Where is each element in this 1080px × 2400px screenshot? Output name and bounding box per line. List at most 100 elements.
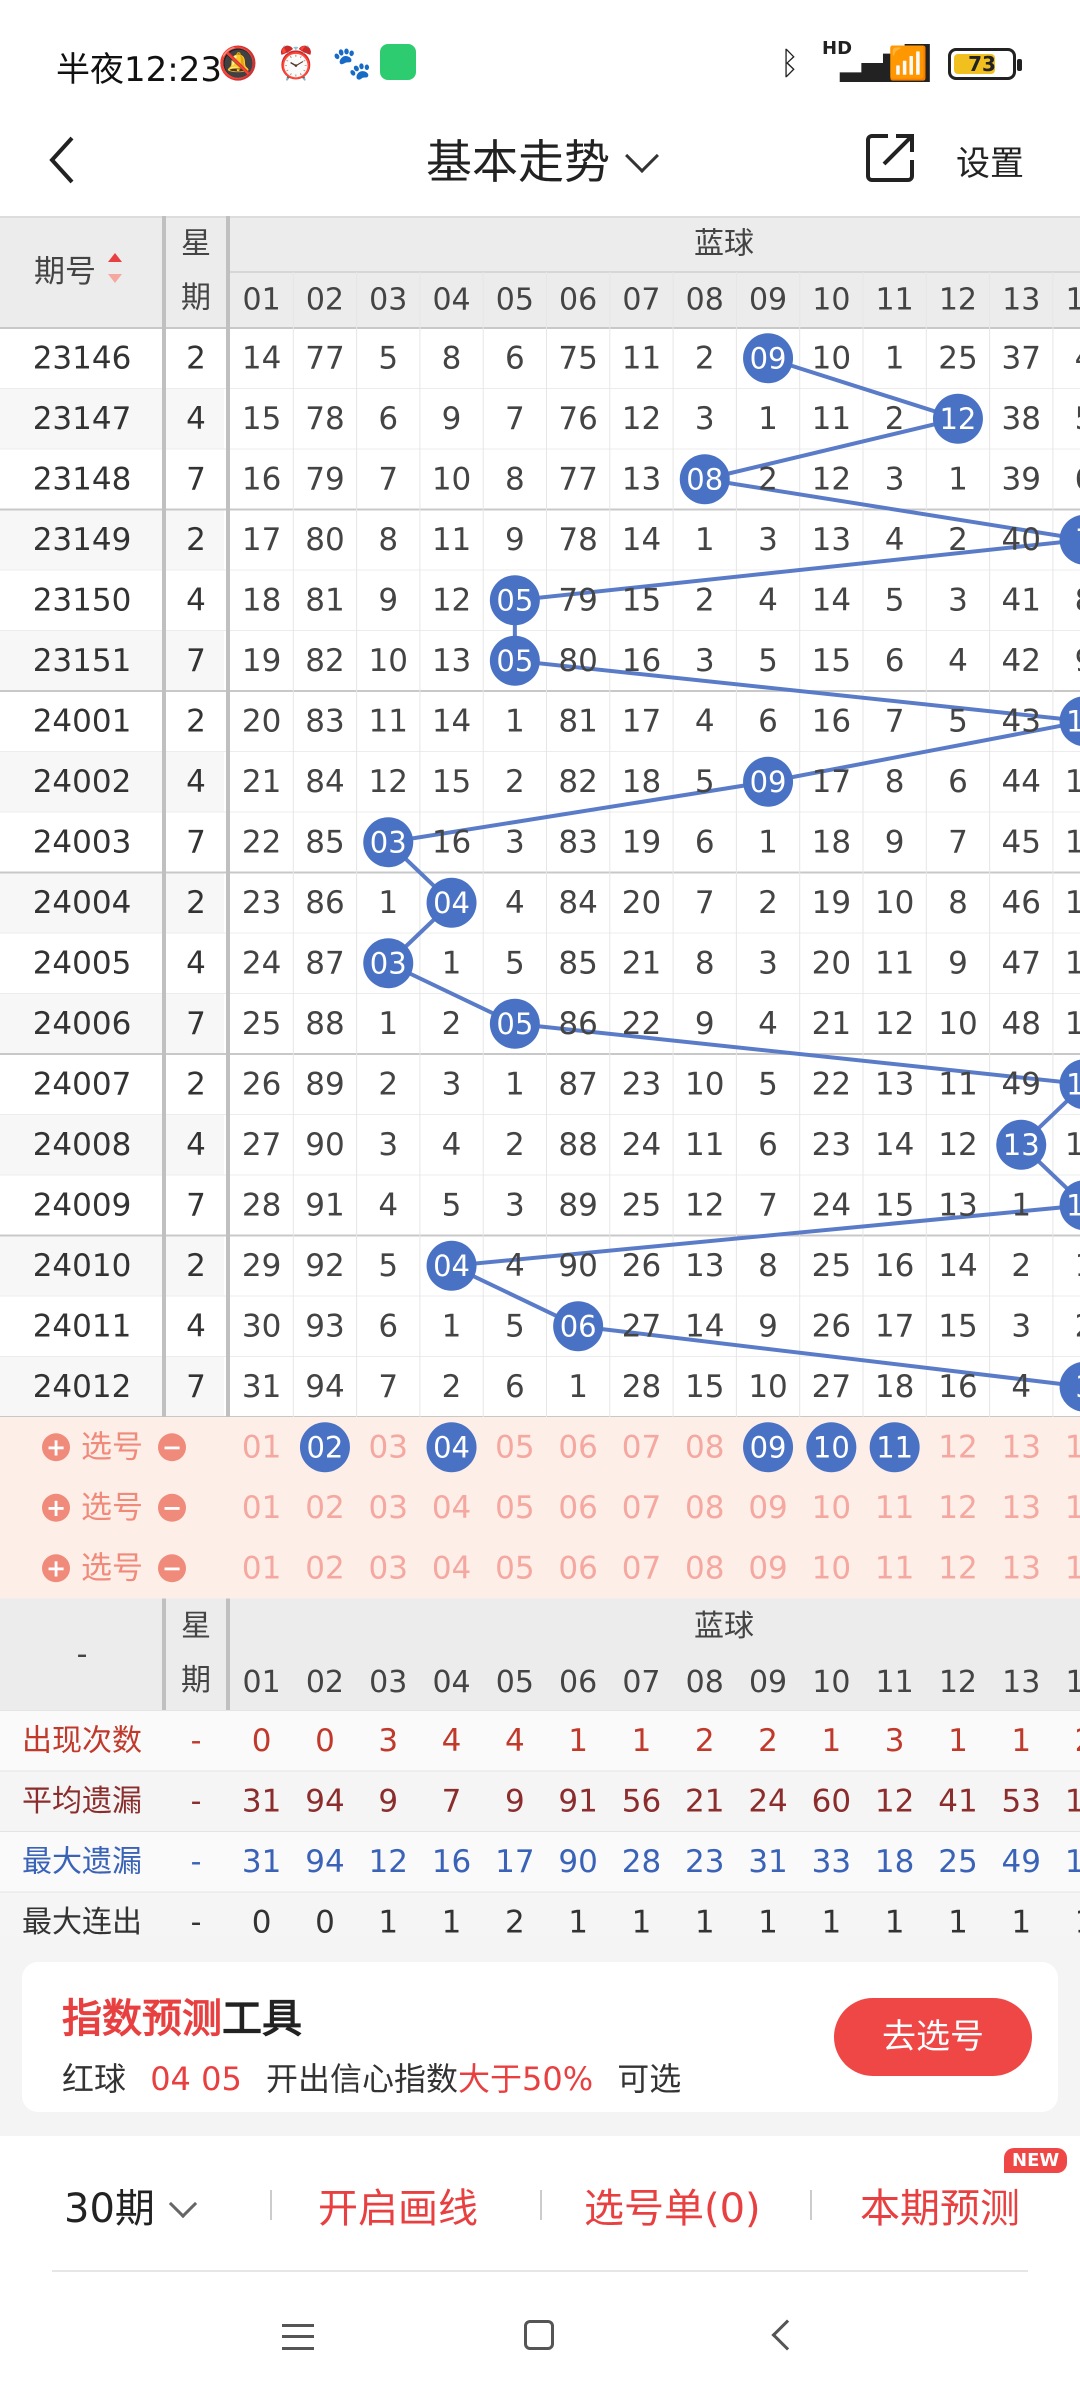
miss-count: 23	[242, 885, 281, 921]
miss-count: 39	[1002, 461, 1041, 497]
selectable-number[interactable]: 06	[558, 1429, 597, 1465]
stats-value: 1	[695, 1904, 715, 1936]
selectable-number[interactable]: 08	[685, 1490, 724, 1526]
stats-number-header: 11	[876, 1665, 914, 1700]
miss-count: 15	[812, 643, 851, 679]
mute-icon: 🔕	[218, 44, 258, 82]
miss-count: 12	[875, 1006, 914, 1042]
miss-count: 1	[758, 824, 778, 860]
select-label[interactable]: 选号	[81, 1429, 143, 1465]
selectable-number[interactable]: 12	[938, 1550, 977, 1586]
miss-count: 2	[1075, 1308, 1080, 1344]
selectable-number[interactable]: 11	[875, 1490, 914, 1526]
issue-header[interactable]: 期号	[34, 254, 96, 290]
miss-count: 22	[622, 1006, 661, 1042]
selectable-number[interactable]: 07	[622, 1429, 661, 1465]
selectable-number[interactable]: 10	[812, 1490, 851, 1526]
selectable-number[interactable]: 11	[875, 1550, 914, 1586]
chevron-down-icon	[168, 2189, 198, 2219]
selectable-number[interactable]: 04	[432, 1550, 471, 1586]
share-button[interactable]	[862, 128, 920, 186]
selectable-number[interactable]: 04	[432, 1490, 471, 1526]
trend-chart[interactable]: 期号星期蓝球0102030405060708091011121314231462…	[0, 216, 1080, 1936]
select-label[interactable]: 选号	[81, 1490, 143, 1526]
stats-value: 3	[378, 1723, 398, 1759]
go-select-button[interactable]: 去选号	[834, 1998, 1032, 2076]
stats-number-header: 03	[369, 1665, 407, 1700]
menu-icon[interactable]	[282, 2324, 314, 2350]
selectable-number[interactable]: 09	[748, 1550, 787, 1586]
selectable-number[interactable]: 14	[1065, 1550, 1080, 1586]
stats-value: 21	[685, 1783, 724, 1819]
selectable-number[interactable]: 02	[305, 1550, 344, 1586]
miss-count: 78	[305, 401, 344, 437]
selectable-number[interactable]: 03	[369, 1429, 408, 1465]
selectable-number[interactable]: 07	[622, 1550, 661, 1586]
selectable-number[interactable]: 12	[938, 1490, 977, 1526]
miss-count: 80	[558, 643, 597, 679]
selectable-number[interactable]: 13	[1002, 1550, 1041, 1586]
selectable-number[interactable]: 08	[685, 1429, 724, 1465]
selectable-number[interactable]: 03	[369, 1490, 408, 1526]
selectable-number[interactable]: 10	[812, 1550, 851, 1586]
blue-ball-number: 3	[1075, 1370, 1080, 1404]
selectable-number[interactable]: 08	[685, 1550, 724, 1586]
selectable-number[interactable]: 06	[558, 1490, 597, 1526]
selected-ball-number: 10	[813, 1430, 850, 1464]
miss-count: 1	[505, 703, 525, 739]
home-icon[interactable]	[524, 2320, 554, 2350]
stats-value: 1	[568, 1904, 588, 1936]
issue-number: 23147	[33, 401, 132, 437]
miss-count: 11	[369, 703, 408, 739]
settings-button[interactable]: 设置	[956, 136, 1024, 185]
issue-number: 24007	[33, 1066, 132, 1102]
stats-value: 23	[685, 1844, 724, 1880]
miss-count: 79	[305, 461, 344, 497]
selectable-number[interactable]: 05	[495, 1550, 534, 1586]
selectable-number[interactable]: 07	[622, 1490, 661, 1526]
shield-app-icon	[380, 44, 416, 80]
index-forecast-card[interactable]: 指数预测工具 红球 04 05 开出信心指数大于50% 可选 去选号	[22, 1962, 1058, 2112]
selectable-number[interactable]: 01	[242, 1490, 281, 1526]
selectable-number[interactable]: 12	[938, 1429, 977, 1465]
miss-count: 10	[369, 643, 408, 679]
miss-count: 22	[242, 824, 281, 860]
selectable-number[interactable]: 01	[242, 1550, 281, 1586]
selectable-number[interactable]: 14	[1065, 1490, 1080, 1526]
miss-count: 17	[1065, 1127, 1080, 1163]
week-day: 2	[186, 1248, 206, 1284]
stats-value: 17	[1065, 1783, 1080, 1819]
miss-count: 12	[1065, 824, 1080, 860]
miss-count: 44	[1002, 764, 1041, 800]
stats-dash: -	[191, 1723, 202, 1758]
selectable-number[interactable]: 09	[748, 1490, 787, 1526]
miss-count: 88	[305, 1006, 344, 1042]
week-day: 7	[186, 461, 206, 497]
selectable-number[interactable]: 02	[305, 1490, 344, 1526]
number-header: 13	[1002, 283, 1040, 318]
forecast-button[interactable]: 本期预测	[860, 2176, 1020, 2234]
back-icon[interactable]	[771, 2319, 803, 2351]
blue-ball-number: 03	[370, 825, 407, 859]
miss-count: 17	[875, 1308, 914, 1344]
selectable-number[interactable]: 01	[242, 1429, 281, 1465]
miss-count: 85	[558, 945, 597, 981]
selectable-number[interactable]: 03	[369, 1550, 408, 1586]
miss-count: 20	[622, 885, 661, 921]
select-label[interactable]: 选号	[81, 1550, 143, 1586]
select-list-button[interactable]: 选号单(0)	[584, 2176, 761, 2234]
draw-line-button[interactable]: 开启画线	[318, 2176, 478, 2234]
selectable-number[interactable]: 14	[1065, 1429, 1080, 1465]
battery-icon: 73	[948, 48, 1022, 80]
selectable-number[interactable]: 13	[1002, 1429, 1041, 1465]
selectable-number[interactable]: 05	[495, 1429, 534, 1465]
selectable-number[interactable]: 06	[558, 1550, 597, 1586]
miss-count: 3	[758, 522, 778, 558]
miss-count: 3	[378, 1127, 398, 1163]
selectable-number[interactable]: 05	[495, 1490, 534, 1526]
period-selector[interactable]: 30期	[64, 2176, 198, 2234]
page-title-text: 基本走势	[426, 135, 610, 189]
miss-count: 16	[875, 1248, 914, 1284]
selectable-number[interactable]: 13	[1002, 1490, 1041, 1526]
stats-value: 0	[315, 1904, 335, 1936]
